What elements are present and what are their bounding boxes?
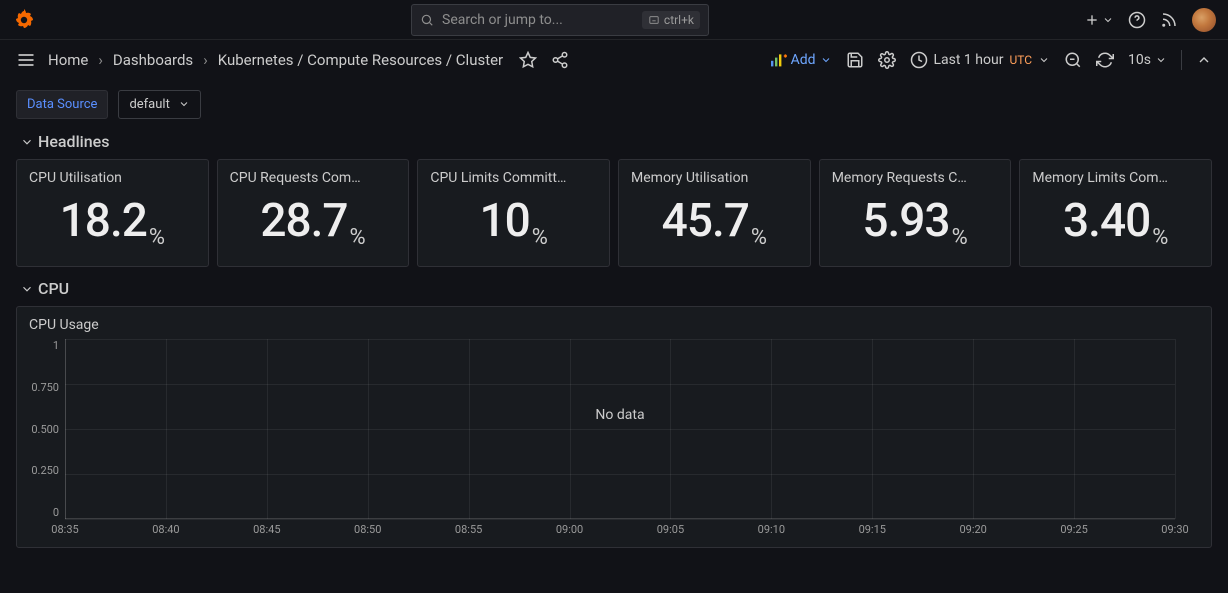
panel-title: Memory Requests C… (832, 170, 999, 186)
panel-title: Memory Utilisation (631, 170, 798, 186)
rss-icon (1160, 11, 1178, 29)
gear-icon (878, 51, 896, 69)
zoom-out-icon (1064, 51, 1082, 69)
chart-area: 1 0.750 0.500 0.250 0 No data 08:3508:40… (17, 339, 1211, 539)
refresh-icon (1096, 51, 1114, 69)
time-picker[interactable]: Last 1 hour UTC (910, 51, 1051, 69)
chevron-down-icon (20, 135, 34, 149)
help-icon (1128, 11, 1146, 29)
global-search[interactable]: Search or jump to... ctrl+k (411, 4, 709, 36)
stat-unit: % (952, 225, 968, 256)
chevron-down-icon (1038, 54, 1050, 66)
settings-button[interactable] (878, 51, 896, 69)
search-placeholder: Search or jump to... (442, 12, 634, 28)
chevron-right-icon: › (98, 51, 103, 69)
chevron-up-icon (1196, 52, 1212, 68)
stat-value: 10 (479, 198, 529, 244)
breadcrumb: Home › Dashboards › Kubernetes / Compute… (48, 51, 503, 69)
stat-unit: % (1152, 225, 1168, 256)
chevron-right-icon: › (203, 51, 208, 69)
panel-memory-requests[interactable]: Memory Requests C… 5.93% (819, 159, 1012, 267)
refresh-button[interactable] (1096, 51, 1114, 69)
add-panel-button[interactable]: Add (771, 52, 832, 68)
zoom-out-button[interactable] (1064, 51, 1082, 69)
star-button[interactable] (519, 51, 537, 69)
panel-title: Memory Limits Com… (1032, 170, 1199, 186)
toggle-sidebar[interactable] (16, 50, 36, 70)
chevron-down-icon (1102, 14, 1114, 26)
plot-area: No data 08:3508:4008:4508:5008:5509:0009… (65, 339, 1175, 539)
user-avatar[interactable] (1192, 8, 1216, 32)
news-button[interactable] (1160, 11, 1178, 29)
crumb-dashboards[interactable]: Dashboards (113, 51, 193, 69)
kiosk-button[interactable] (1196, 52, 1212, 68)
stat-unit: % (532, 225, 548, 256)
panel-cpu-utilisation[interactable]: CPU Utilisation 18.2% (16, 159, 209, 267)
help-button[interactable] (1128, 11, 1146, 29)
panel-memory-limits[interactable]: Memory Limits Com… 3.40% (1019, 159, 1212, 267)
stat-value: 28.7 (260, 198, 347, 244)
stat-unit: % (751, 225, 767, 256)
y-axis: 1 0.750 0.500 0.250 0 (17, 339, 65, 539)
clock-icon (910, 51, 928, 69)
search-icon (420, 13, 434, 27)
save-button[interactable] (846, 51, 864, 69)
top-bar: Search or jump to... ctrl+k (0, 0, 1228, 40)
panel-title: CPU Utilisation (29, 170, 196, 186)
share-button[interactable] (551, 51, 569, 69)
headlines-panels: CPU Utilisation 18.2% CPU Requests Com… … (0, 159, 1228, 267)
chevron-down-icon (1155, 54, 1167, 66)
stat-value: 18.2 (60, 198, 147, 244)
chevron-down-icon (20, 282, 34, 296)
no-data-message: No data (595, 407, 644, 423)
plus-icon (1084, 12, 1100, 28)
panel-title: CPU Requests Com… (230, 170, 397, 186)
row-cpu[interactable]: CPU (0, 267, 1228, 306)
grafana-logo[interactable] (12, 8, 36, 32)
refresh-interval-picker[interactable]: 10s (1128, 52, 1167, 68)
template-variables: Data Source default (0, 80, 1228, 128)
var-select-datasource[interactable]: default (118, 90, 200, 119)
create-menu[interactable] (1084, 12, 1114, 28)
panel-cpu-limits[interactable]: CPU Limits Committ… 10% (417, 159, 610, 267)
stat-value: 45.7 (662, 198, 749, 244)
save-icon (846, 51, 864, 69)
x-axis: 08:3508:4008:4508:5008:5509:0009:0509:10… (65, 523, 1175, 539)
crumb-home[interactable]: Home (48, 51, 88, 69)
stat-value: 3.40 (1063, 198, 1150, 244)
star-icon (519, 51, 537, 69)
chevron-down-icon (178, 98, 190, 110)
var-label-datasource: Data Source (16, 90, 108, 119)
share-icon (551, 51, 569, 69)
panel-title: CPU Usage (17, 317, 1211, 339)
panel-cpu-usage[interactable]: CPU Usage 1 0.750 0.500 0.250 0 No data … (16, 306, 1212, 548)
dashboard-toolbar: Home › Dashboards › Kubernetes / Compute… (0, 40, 1228, 80)
stat-unit: % (149, 225, 165, 256)
timezone-badge: UTC (1009, 53, 1032, 67)
panel-memory-utilisation[interactable]: Memory Utilisation 45.7% (618, 159, 811, 267)
menu-icon (16, 50, 36, 70)
panel-title: CPU Limits Committ… (430, 170, 597, 186)
panel-cpu-requests[interactable]: CPU Requests Com… 28.7% (217, 159, 410, 267)
crumb-current: Kubernetes / Compute Resources / Cluster (218, 51, 503, 69)
row-headlines[interactable]: Headlines (0, 128, 1228, 159)
divider (1181, 50, 1182, 70)
search-shortcut: ctrl+k (642, 11, 700, 29)
stat-value: 5.93 (862, 198, 949, 244)
chevron-down-icon (820, 54, 832, 66)
panel-add-icon (771, 53, 787, 67)
stat-unit: % (350, 225, 366, 256)
